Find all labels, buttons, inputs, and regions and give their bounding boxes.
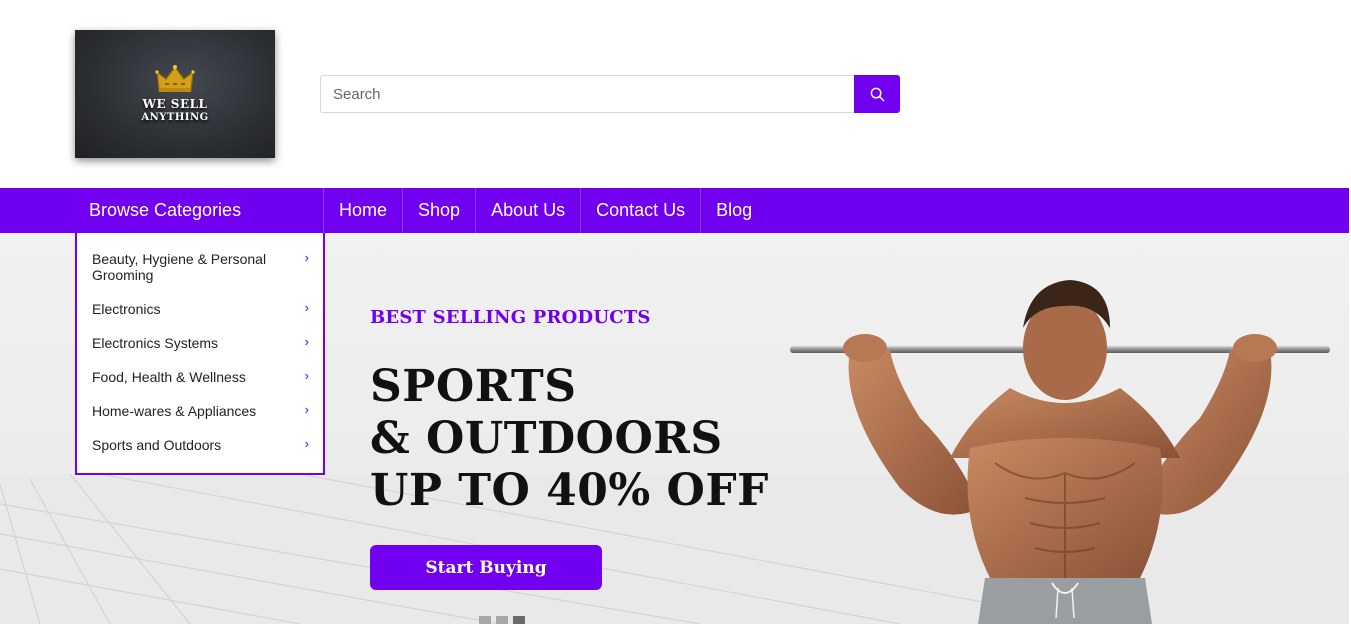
nav-item-blog[interactable]: Blog: [701, 188, 767, 233]
chevron-right-icon: ›: [304, 402, 309, 417]
site-logo[interactable]: WE SELL ANYTHING: [75, 30, 275, 158]
logo-text-line2: ANYTHING: [141, 112, 209, 123]
hero-headline: SPORTS & OUTDOORS UP TO 40% OFF: [370, 361, 769, 517]
carousel-dot-3[interactable]: [513, 616, 525, 624]
nav-item-home[interactable]: Home: [324, 188, 404, 233]
category-item-food-health[interactable]: Food, Health & Wellness ›: [77, 367, 323, 401]
carousel-dot-1[interactable]: [479, 616, 491, 624]
page: WE SELL ANYTHING Browse Categories Home …: [0, 0, 1351, 624]
category-item-electronics-systems[interactable]: Electronics Systems ›: [77, 333, 323, 367]
carousel-dots: [479, 616, 525, 624]
hero-eyebrow: BEST SELLING PRODUCTS: [370, 307, 651, 328]
category-item-home-wares[interactable]: Home-wares & Appliances ›: [77, 401, 323, 435]
nav-item-shop[interactable]: Shop: [403, 188, 477, 233]
category-label: Sports and Outdoors: [92, 437, 222, 453]
search-button[interactable]: [854, 75, 900, 113]
crown-icon: [155, 65, 195, 92]
hero-headline-line2: & OUTDOORS: [370, 413, 723, 464]
category-item-sports-outdoors[interactable]: Sports and Outdoors ›: [77, 435, 323, 469]
main-navbar: Browse Categories Home Shop About Us Con…: [0, 188, 1349, 233]
search-bar: [320, 75, 900, 113]
category-label: Beauty, Hygiene & Personal Grooming: [92, 251, 267, 283]
carousel-dot-2[interactable]: [496, 616, 508, 624]
nav-menu: Home Shop About Us Contact Us Blog: [324, 188, 767, 233]
chevron-right-icon: ›: [304, 300, 309, 315]
category-label: Home-wares & Appliances: [92, 403, 257, 419]
category-dropdown: Beauty, Hygiene & Personal Grooming › El…: [75, 233, 325, 475]
category-label: Food, Health & Wellness: [92, 369, 246, 385]
hero-headline-line1: SPORTS: [370, 361, 577, 412]
start-buying-button[interactable]: Start Buying: [370, 545, 602, 590]
search-input[interactable]: [320, 75, 854, 113]
nav-item-contact-us[interactable]: Contact Us: [581, 188, 702, 233]
category-item-electronics[interactable]: Electronics ›: [77, 299, 323, 333]
browse-categories-button[interactable]: Browse Categories: [75, 188, 324, 233]
nav-item-about-us[interactable]: About Us: [476, 188, 582, 233]
athlete-barbell-image: [790, 280, 1330, 624]
category-label: Electronics: [92, 301, 161, 317]
chevron-right-icon: ›: [304, 250, 309, 265]
hero-headline-line3: UP TO 40% OFF: [370, 465, 769, 516]
category-item-beauty[interactable]: Beauty, Hygiene & Personal Grooming ›: [77, 249, 323, 299]
chevron-right-icon: ›: [304, 334, 309, 349]
logo-text-line1: WE SELL: [142, 97, 208, 111]
hero-banner: Beauty, Hygiene & Personal Grooming › El…: [0, 233, 1349, 624]
chevron-right-icon: ›: [304, 436, 309, 451]
search-icon: [870, 87, 884, 101]
chevron-right-icon: ›: [304, 368, 309, 383]
category-label: Electronics Systems: [92, 335, 219, 351]
